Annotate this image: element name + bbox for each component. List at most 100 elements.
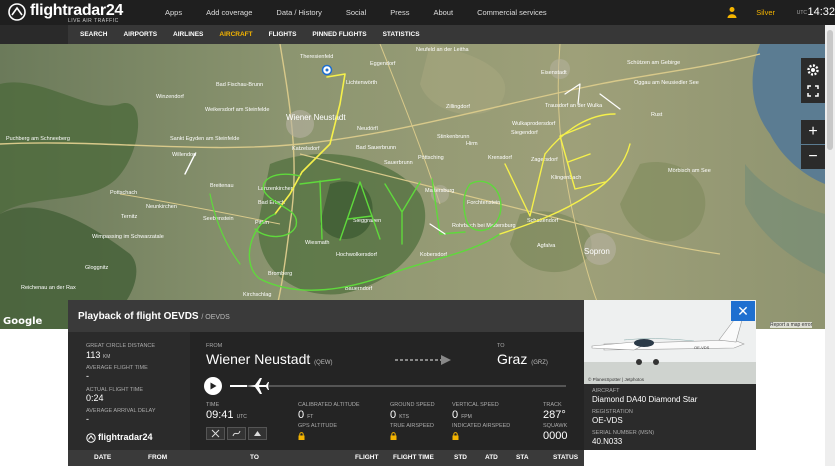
cal-alt-value: 0 FT — [298, 409, 313, 421]
gps-alt-label: GPS ALTITUDE — [298, 423, 338, 429]
place-label: Katzelsdorf — [292, 146, 320, 152]
cockpit-view-button[interactable] — [248, 427, 267, 440]
place-label: Bauerndorf — [345, 286, 373, 292]
user-tier[interactable]: Silver — [756, 8, 775, 17]
top-bar: flightradar24 LIVE AIR TRAFFIC Apps Add … — [0, 0, 835, 25]
vertical-speed-value: 0 FPM — [452, 409, 472, 421]
place-label: Zillingdorf — [446, 104, 470, 110]
google-logo: Google — [3, 316, 43, 327]
plane-slider-icon[interactable] — [247, 377, 269, 395]
lock-icon — [452, 432, 459, 440]
playback-track[interactable] — [230, 385, 566, 387]
nav-data-history[interactable]: Data / History — [276, 8, 321, 17]
col-from[interactable]: FROM — [148, 454, 167, 461]
panel-title: Playback of flight OEVDS / OEVDS — [78, 311, 230, 322]
nav-press[interactable]: Press — [390, 8, 409, 17]
close-button[interactable]: ✕ — [731, 301, 755, 321]
expand-arrows-icon — [211, 429, 220, 438]
from-city: Wiener Neustadt (QEW) — [206, 351, 333, 367]
sub-nav: SEARCH AIRPORTS AIRLINES AIRCRAFT FLIGHT… — [68, 25, 835, 44]
nav-about[interactable]: About — [433, 8, 453, 17]
ground-speed-value: 0 KTS — [390, 409, 409, 421]
subnav-search[interactable]: SEARCH — [80, 31, 107, 38]
vertical-speed-unit: FPM — [461, 414, 472, 420]
route-icon — [232, 430, 241, 437]
col-std[interactable]: STD — [454, 454, 467, 461]
great-circle-number: 113 — [86, 350, 101, 360]
top-nav: Apps Add coverage Data / History Social … — [165, 8, 571, 17]
from-label: FROM — [206, 343, 223, 349]
flight-route: FROM Wiener Neustadt (QEW) TO Graz (GRZ)… — [190, 332, 584, 450]
col-status[interactable]: STATUS — [553, 454, 578, 461]
photo-credit[interactable]: © PlanesSpotter | Jetphotos — [588, 377, 644, 382]
col-sta[interactable]: STA — [516, 454, 529, 461]
subnav-statistics[interactable]: STATISTICS — [383, 31, 420, 38]
place-label: Theresienfeld — [300, 54, 333, 60]
col-to[interactable]: TO — [250, 454, 259, 461]
nav-apps[interactable]: Apps — [165, 8, 182, 17]
nav-add-coverage[interactable]: Add coverage — [206, 8, 252, 17]
col-flight-time[interactable]: FLIGHT TIME — [393, 454, 434, 461]
col-date[interactable]: DATE — [94, 454, 111, 461]
logo[interactable]: flightradar24 LIVE AIR TRAFFIC — [8, 2, 148, 24]
place-label: Wiesmath — [305, 240, 329, 246]
place-label: Siegendorf — [511, 130, 538, 136]
place-label: Ternitz — [121, 214, 137, 220]
zoom-out-button[interactable]: − — [801, 145, 825, 169]
place-label: Hirm — [466, 141, 478, 147]
col-atd[interactable]: ATD — [485, 454, 498, 461]
play-icon — [210, 382, 217, 390]
subnav-airports[interactable]: AIRPORTS — [123, 31, 157, 38]
to-city: Graz (GRZ) — [497, 351, 548, 367]
place-label: Klingenbach — [551, 175, 581, 181]
place-label: Kirchschlag — [243, 292, 271, 298]
nav-commercial-services[interactable]: Commercial services — [477, 8, 547, 17]
place-label: Neunkirchen — [146, 204, 177, 210]
place-label: Winzendorf — [156, 94, 184, 100]
subnav-pinned-flights[interactable]: PINNED FLIGHTS — [312, 31, 366, 38]
nav-social[interactable]: Social — [346, 8, 366, 17]
place-label: Gloggnitz — [85, 265, 108, 271]
place-label: Stinkenbrunn — [437, 134, 469, 140]
cal-alt-label: CALIBRATED ALTITUDE — [298, 402, 360, 408]
ground-speed-label: GROUND SPEED — [390, 402, 435, 408]
place-label: Agfalva — [537, 243, 556, 249]
fullscreen-button[interactable] — [801, 79, 825, 103]
subnav-flights[interactable]: FLIGHTS — [269, 31, 297, 38]
map-attribution[interactable]: Report a map error — [770, 322, 813, 328]
panel-subtitle: / OEVDS — [201, 314, 230, 321]
satellite-map[interactable]: Theresienfeld Eggendorf Neufeld an der L… — [0, 43, 825, 330]
place-label: Rohrbach bei Mattersburg — [452, 223, 516, 229]
user-icon[interactable] — [727, 6, 737, 18]
place-label: Neudörfl — [357, 126, 378, 132]
col-flight[interactable]: FLIGHT — [355, 454, 378, 461]
play-button[interactable] — [204, 377, 222, 395]
view-2d-button[interactable] — [206, 427, 225, 440]
avg-flight-time-value: - — [86, 371, 89, 381]
zoom-in-button[interactable]: + — [801, 120, 825, 144]
map[interactable]: Theresienfeld Eggendorf Neufeld an der L… — [0, 43, 825, 330]
playback-progress — [230, 385, 247, 387]
fullscreen-icon — [807, 85, 819, 97]
scrollbar-thumb[interactable] — [827, 30, 833, 150]
vertical-speed-number: 0 — [452, 409, 459, 421]
flight-stats: GREAT CIRCLE DISTANCE 113 KM AVERAGE FLI… — [68, 332, 190, 450]
left-strip — [0, 25, 68, 44]
cal-alt-number: 0 — [298, 409, 305, 421]
place-label: Weikersdorf am Steinfelde — [205, 107, 269, 113]
place-label: Krensdorf — [488, 155, 512, 161]
true-airspeed-label: TRUE AIRSPEED — [390, 423, 435, 429]
route-button[interactable] — [227, 427, 246, 440]
aircraft-registration-decal: OE-VDS — [694, 345, 710, 350]
place-label: Oggau am Neusiedler See — [634, 80, 699, 86]
airport-marker-icon[interactable] — [321, 64, 333, 76]
place-label: Bad Fischau-Brunn — [216, 82, 263, 88]
place-label: Neufeld an der Leitha — [416, 47, 470, 53]
subnav-aircraft[interactable]: AIRCRAFT — [219, 31, 252, 38]
place-label: Bromberg — [268, 271, 292, 277]
subnav-airlines[interactable]: AIRLINES — [173, 31, 203, 38]
indicated-airspeed-label: INDICATED AIRSPEED — [452, 423, 511, 429]
playback-panel: Playback of flight OEVDS / OEVDS GREAT C… — [68, 300, 584, 450]
track-label: TRACK — [543, 402, 562, 408]
place-label: Pottschach — [110, 190, 137, 196]
